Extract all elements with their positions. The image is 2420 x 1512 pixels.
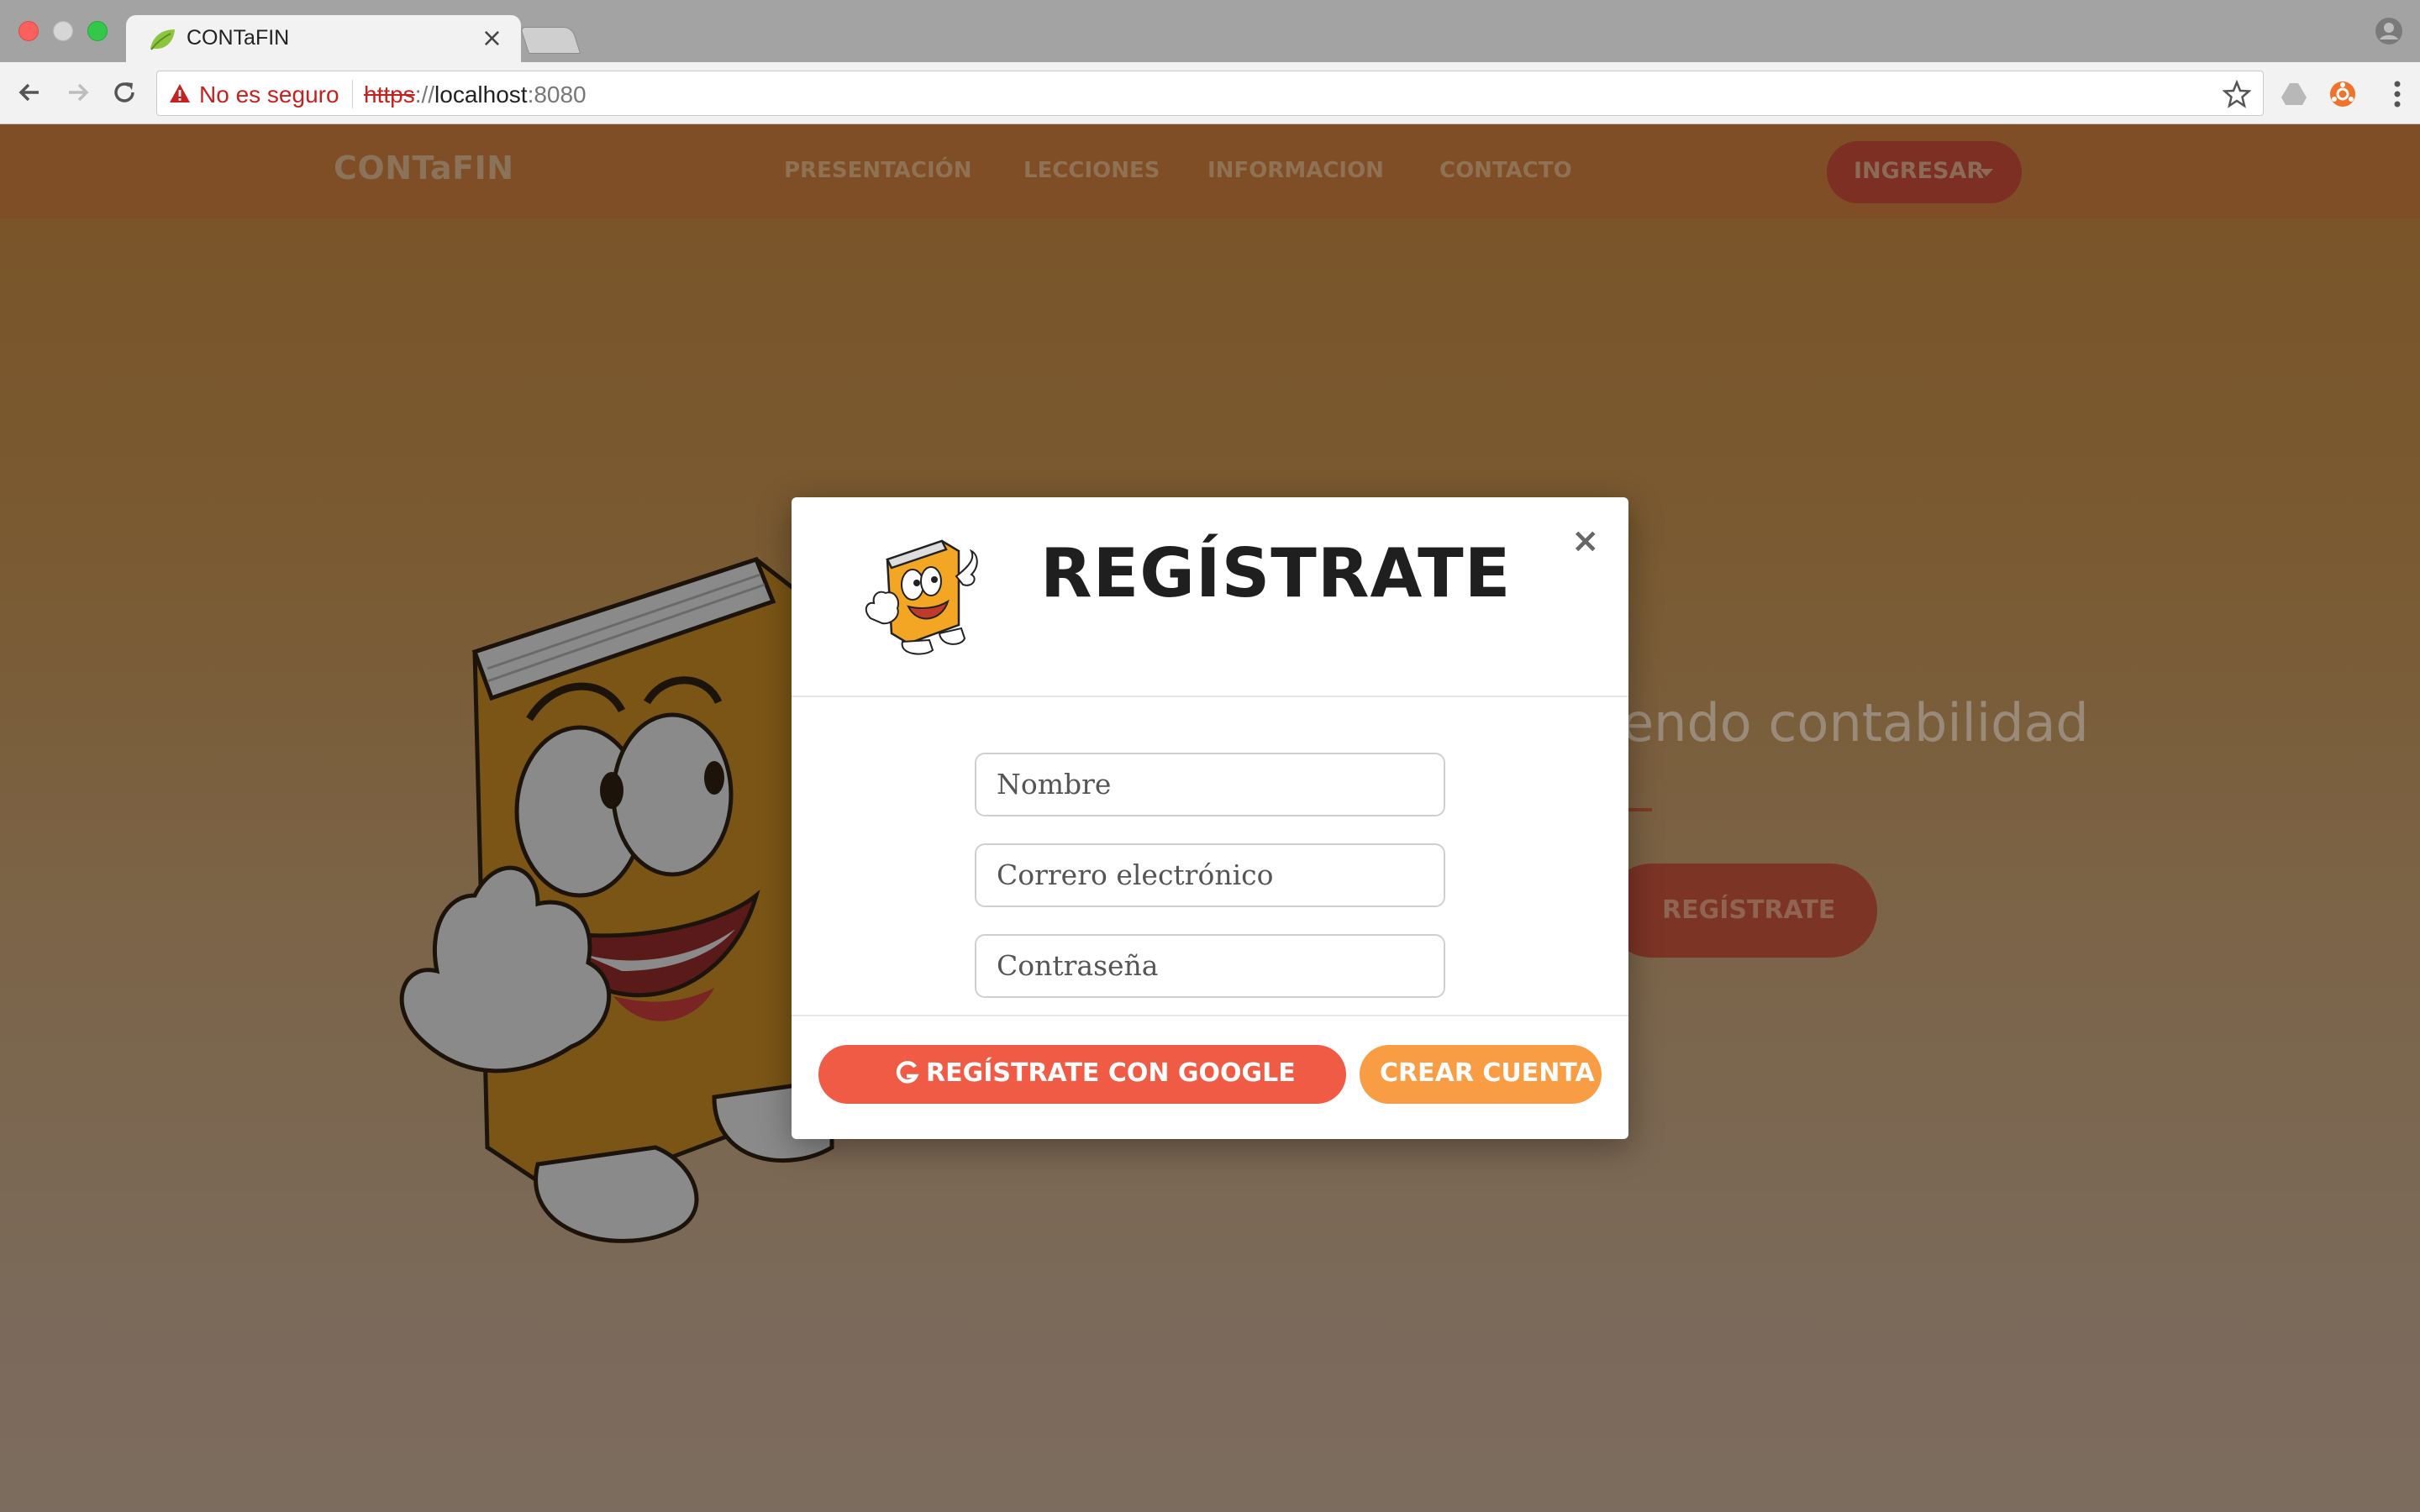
browser-tab[interactable]: CONTaFIN × xyxy=(126,15,521,64)
modal-close-icon[interactable]: × xyxy=(1571,524,1600,558)
omnibox-divider xyxy=(352,80,353,108)
url-port: :8080 xyxy=(527,81,587,108)
book-mascot-illustration xyxy=(399,556,834,1243)
create-account-label: CREAR CUENTA xyxy=(1380,1058,1595,1088)
modal-footer: REGÍSTRATE CON GOOGLE CREAR CUENTA xyxy=(792,1016,1628,1139)
book-mascot-logo xyxy=(865,539,978,655)
password-field[interactable]: Contraseña xyxy=(975,934,1445,998)
browser-titlebar: CONTaFIN × xyxy=(0,0,2420,64)
modal-header: REGÍSTRATE × xyxy=(792,497,1628,697)
hero-heading: endo contabilidad xyxy=(1622,692,2089,753)
maximize-window-button[interactable] xyxy=(87,21,108,41)
bookmark-star-icon[interactable] xyxy=(2223,80,2251,108)
google-g-icon xyxy=(896,1061,919,1084)
nav-link-contacto[interactable]: CONTACTO xyxy=(1439,158,1572,183)
back-icon[interactable] xyxy=(13,76,47,109)
hero-register-label: REGÍSTRATE xyxy=(1662,895,1836,925)
address-bar[interactable]: No es seguro https://localhost:8080 xyxy=(156,71,2264,116)
warning-icon xyxy=(170,84,190,102)
nav-link-presentacion[interactable]: PRESENTACIÓN xyxy=(784,158,972,183)
email-field[interactable]: Correro electrónico xyxy=(975,843,1445,907)
create-account-button[interactable]: CREAR CUENTA xyxy=(1360,1045,1602,1104)
nav-link-lecciones[interactable]: LECCIONES xyxy=(1023,158,1160,183)
tab-close-icon[interactable]: × xyxy=(481,24,502,53)
url-scheme: https xyxy=(364,81,415,108)
modal-title: REGÍSTRATE xyxy=(1040,534,1512,612)
modal-body: Nombre Correro electrónico Contraseña xyxy=(792,697,1628,1016)
google-register-label: REGÍSTRATE CON GOOGLE xyxy=(926,1058,1296,1088)
browser-toolbar: No es seguro https://localhost:8080 xyxy=(0,62,2420,124)
reload-icon[interactable] xyxy=(108,76,141,109)
site-brand[interactable]: CONTaFIN xyxy=(334,150,514,186)
url-text[interactable]: https://localhost:8080 xyxy=(364,81,587,108)
tab-title: CONTaFIN xyxy=(187,26,290,50)
forward-icon[interactable] xyxy=(60,76,94,109)
leaf-icon xyxy=(150,29,175,50)
minimize-window-button[interactable] xyxy=(53,21,73,41)
security-label[interactable]: No es seguro xyxy=(199,81,339,108)
name-field[interactable]: Nombre xyxy=(975,753,1445,816)
hero-register-button[interactable]: REGÍSTRATE xyxy=(1605,864,1877,958)
url-separator: :// xyxy=(414,81,435,108)
google-register-button[interactable]: REGÍSTRATE CON GOOGLE xyxy=(818,1045,1346,1104)
ingresar-label: INGRESAR xyxy=(1854,158,1985,184)
drive-extension-icon[interactable] xyxy=(2281,81,2307,108)
site-navbar: CONTaFIN PRESENTACIÓN LECCIONES INFORMAC… xyxy=(0,124,2420,218)
close-window-button[interactable] xyxy=(18,21,39,41)
nav-link-informacion[interactable]: INFORMACION xyxy=(1207,158,1384,183)
caret-down-icon xyxy=(1980,169,1993,176)
register-modal: REGÍSTRATE × Nombre Correro electrónico … xyxy=(792,497,1628,1139)
new-tab-button[interactable] xyxy=(519,27,581,54)
extension-icon[interactable] xyxy=(2329,81,2356,108)
ingresar-dropdown-button[interactable]: INGRESAR xyxy=(1827,141,2022,203)
url-host: localhost xyxy=(434,81,528,108)
kebab-menu-icon[interactable] xyxy=(2393,79,2402,109)
profile-icon[interactable] xyxy=(2375,17,2403,45)
